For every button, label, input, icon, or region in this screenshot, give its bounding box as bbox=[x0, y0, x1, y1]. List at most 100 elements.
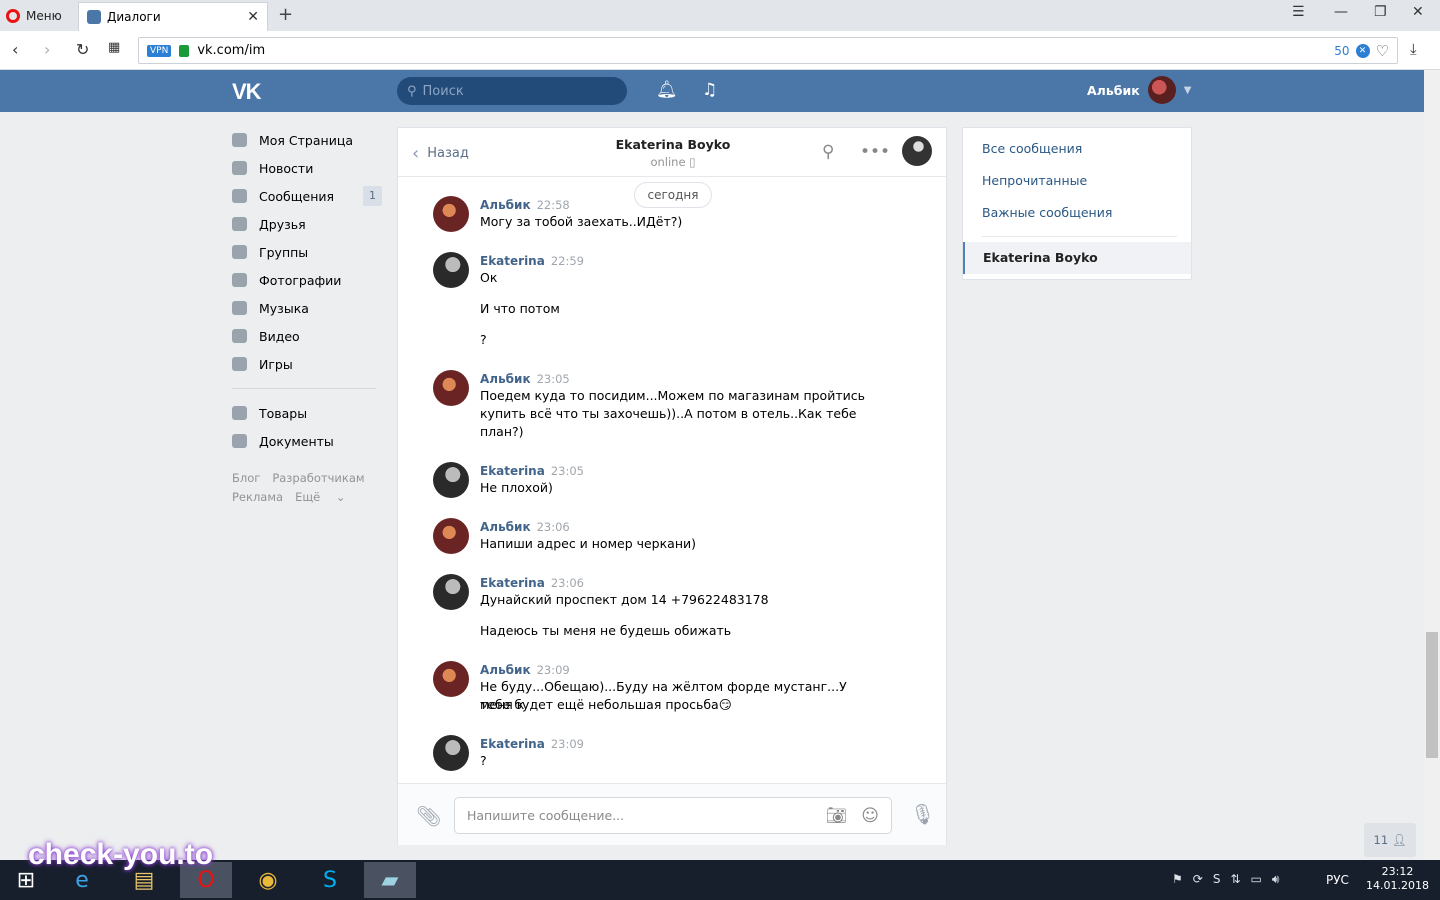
more-options-icon[interactable]: ••• bbox=[860, 142, 890, 162]
new-tab-button[interactable]: + bbox=[278, 4, 293, 25]
microphone-icon[interactable]: 🎙︎ bbox=[910, 802, 935, 826]
speed-dial-icon[interactable]: ▦ bbox=[108, 40, 120, 55]
sidebar-item[interactable]: Документы bbox=[232, 427, 382, 455]
minimize-button[interactable]: — bbox=[1334, 4, 1348, 20]
sidebar-item[interactable]: Друзья bbox=[232, 210, 382, 238]
filter-unread[interactable]: Непрочитанные bbox=[982, 173, 1087, 188]
online-friends-button[interactable]: 11 👤︎ bbox=[1364, 823, 1416, 857]
message-author[interactable]: Альбик bbox=[480, 663, 531, 677]
tray-network-icon[interactable]: ▭ bbox=[1251, 872, 1262, 887]
tray-skype-icon[interactable]: S bbox=[1213, 872, 1221, 887]
filter-important[interactable]: Важные сообщения bbox=[982, 205, 1112, 220]
restore-button[interactable]: ❐ bbox=[1374, 4, 1387, 20]
browser-tabbar: Меню Диалоги ✕ + ☰ — ❐ ✕ bbox=[0, 0, 1440, 31]
sidebar-item[interactable]: Группы bbox=[232, 238, 382, 266]
message-author[interactable]: Альбик bbox=[480, 372, 531, 386]
person-icon: 👤︎ bbox=[1391, 833, 1407, 847]
url-text[interactable]: vk.com/im bbox=[197, 43, 265, 58]
message-author[interactable]: Ekaterina bbox=[480, 254, 545, 268]
sidebar-item[interactable]: Фотографии bbox=[232, 266, 382, 294]
bookmark-heart-icon[interactable]: ♡ bbox=[1376, 42, 1389, 60]
message-text: Ок bbox=[480, 270, 498, 285]
bell-icon[interactable]: 🔔︎ bbox=[656, 80, 678, 100]
tray-sync-icon[interactable]: ⇅ bbox=[1230, 872, 1240, 887]
message-input[interactable]: Напишите сообщение... 📷︎ ☺ bbox=[454, 797, 892, 834]
search-placeholder: Поиск bbox=[422, 83, 464, 99]
avatar[interactable] bbox=[433, 196, 469, 232]
avatar[interactable] bbox=[433, 518, 469, 554]
peer-info[interactable]: Ekaterina Boyko online ▯ bbox=[598, 137, 748, 169]
footer-link-dev[interactable]: Разработчикам bbox=[272, 471, 364, 485]
tray-volume-icon[interactable]: 🔊︎ bbox=[1272, 872, 1280, 887]
vpn-badge[interactable]: VPN bbox=[147, 44, 172, 57]
back-arrow-icon[interactable]: ‹ bbox=[12, 40, 18, 59]
skype-icon[interactable]: S bbox=[304, 862, 356, 898]
music-note-icon[interactable]: ♫ bbox=[702, 80, 717, 100]
emoji-icon[interactable]: ☺ bbox=[861, 806, 879, 826]
search-icon[interactable]: ⚲ bbox=[822, 142, 834, 162]
message-author[interactable]: Ekaterina bbox=[480, 576, 545, 590]
search-input[interactable]: ⚲ Поиск bbox=[397, 77, 627, 105]
message-time[interactable]: 22:59 bbox=[551, 254, 584, 268]
user-menu[interactable]: Альбик ▼ bbox=[1087, 76, 1191, 104]
footer-link-more[interactable]: Ещё ⌄ bbox=[295, 490, 345, 504]
message-time[interactable]: 23:05 bbox=[537, 372, 570, 386]
sidebar-item[interactable]: Моя Страница bbox=[232, 126, 382, 154]
download-icon[interactable]: ⤓ bbox=[1410, 40, 1417, 58]
forward-arrow-icon[interactable]: › bbox=[44, 40, 50, 59]
back-button[interactable]: ‹ Назад bbox=[412, 143, 469, 164]
reload-icon[interactable]: ↻ bbox=[76, 40, 89, 59]
tray-antivirus-icon[interactable]: ⚑ bbox=[1172, 872, 1183, 887]
avatar[interactable] bbox=[433, 462, 469, 498]
adblock-icon[interactable]: ✕ bbox=[1355, 43, 1370, 58]
chevron-left-icon: ‹ bbox=[412, 143, 420, 164]
message-author[interactable]: Ekaterina bbox=[480, 737, 545, 751]
vk-logo-icon[interactable]: VK bbox=[232, 79, 262, 105]
documents-icon bbox=[232, 434, 247, 448]
tab-close-icon[interactable]: ✕ bbox=[247, 9, 259, 25]
sidebar-item[interactable]: Игры bbox=[232, 350, 382, 378]
peer-avatar[interactable] bbox=[902, 136, 932, 166]
active-dialog-item[interactable]: Ekaterina Boyko bbox=[963, 242, 1191, 274]
message-author[interactable]: Альбик bbox=[480, 520, 531, 534]
sidebar-item[interactable]: Сообщения 1 bbox=[232, 182, 382, 210]
footer-link-ads[interactable]: Реклама bbox=[232, 490, 283, 504]
clock-date: 14.01.2018 bbox=[1366, 879, 1429, 892]
notepad-icon[interactable]: ▰ bbox=[364, 862, 416, 898]
message-time[interactable]: 23:09 bbox=[551, 737, 584, 751]
avatar[interactable] bbox=[433, 370, 469, 406]
footer-link-blog[interactable]: Блог bbox=[232, 471, 260, 485]
close-window-button[interactable]: ✕ bbox=[1412, 4, 1424, 20]
lock-icon[interactable] bbox=[179, 44, 190, 57]
filter-all[interactable]: Все сообщения bbox=[982, 141, 1082, 156]
chrome-icon[interactable]: ◉ bbox=[242, 862, 294, 898]
language-indicator[interactable]: РУС bbox=[1326, 873, 1349, 887]
message-author[interactable]: Ekaterina bbox=[480, 464, 545, 478]
avatar[interactable] bbox=[433, 252, 469, 288]
avatar[interactable] bbox=[433, 574, 469, 610]
sidebar-item[interactable]: Музыка bbox=[232, 294, 382, 322]
sidebar-item[interactable]: Товары bbox=[232, 399, 382, 427]
message-time[interactable]: 23:06 bbox=[537, 520, 570, 534]
sidebar-item[interactable]: Видео bbox=[232, 322, 382, 350]
browser-tab[interactable]: Диалоги ✕ bbox=[78, 2, 268, 31]
system-clock[interactable]: 23:12 14.01.2018 bbox=[1366, 865, 1429, 893]
avatar[interactable] bbox=[433, 735, 469, 771]
paperclip-icon[interactable]: 📎︎ bbox=[416, 804, 441, 828]
message-author[interactable]: Альбик bbox=[480, 198, 531, 212]
message-text: Не плохой) bbox=[480, 480, 553, 495]
scrollbar-thumb[interactable] bbox=[1426, 632, 1438, 758]
message-time[interactable]: 23:09 bbox=[537, 663, 570, 677]
message-time[interactable]: 23:06 bbox=[551, 576, 584, 590]
opera-menu-button[interactable]: Меню bbox=[6, 6, 62, 26]
camera-icon[interactable]: 📷︎ bbox=[826, 806, 848, 826]
sidebar-item[interactable]: Новости bbox=[232, 154, 382, 182]
message-time[interactable]: 22:58 bbox=[537, 198, 570, 212]
page-scrollbar[interactable] bbox=[1424, 70, 1440, 860]
tab-menu-icon[interactable]: ☰ bbox=[1292, 4, 1305, 20]
message-time[interactable]: 23:05 bbox=[551, 464, 584, 478]
avatar[interactable] bbox=[433, 661, 469, 697]
address-bar[interactable]: VPN vk.com/im 50 ✕ ♡ bbox=[138, 37, 1398, 64]
tray-update-icon[interactable]: ⟳ bbox=[1193, 872, 1203, 887]
home-icon bbox=[232, 133, 247, 147]
